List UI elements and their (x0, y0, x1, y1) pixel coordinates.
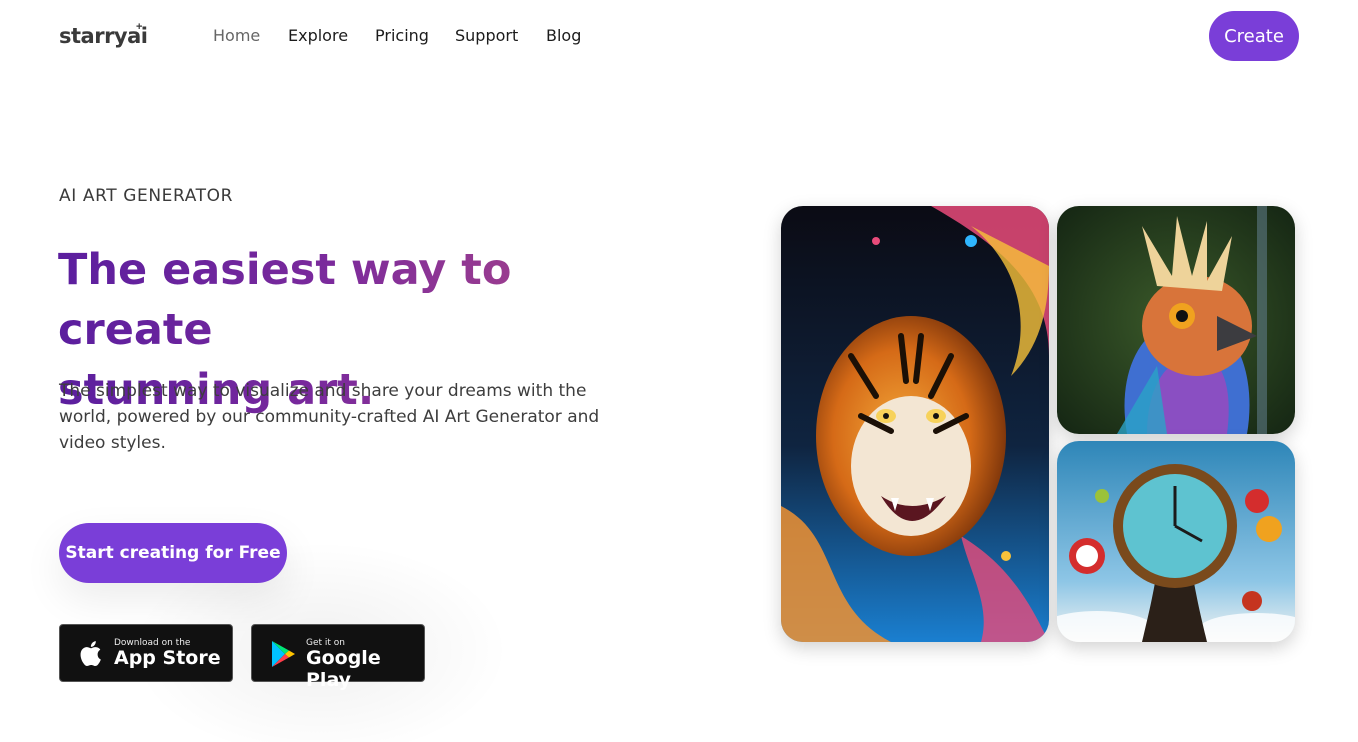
google-play-label: Google Play (306, 647, 381, 691)
clock-art-image (1057, 441, 1295, 642)
nav-explore[interactable]: Explore (288, 26, 348, 45)
google-play-button[interactable]: Get it on Google Play (251, 624, 425, 691)
logo-spark-icon: + (136, 21, 143, 33)
headline-line-1: The easiest way to create (58, 245, 512, 355)
nav-support[interactable]: Support (455, 26, 518, 45)
site-header: starryai + Home Explore Pricing Support … (0, 0, 1358, 72)
app-store-button[interactable]: Download on the App Store (59, 624, 233, 682)
starryai-logo[interactable]: starryai (59, 24, 148, 48)
apple-icon (80, 641, 101, 667)
tiger-art-image (781, 206, 1049, 642)
google-play-icon (272, 641, 295, 667)
start-creating-button[interactable]: Start creating for Free (59, 523, 287, 583)
hero-eyebrow: AI ART GENERATOR (59, 186, 234, 206)
hero-subtext: The simplest way to visualize and share … (59, 381, 600, 453)
app-store-label: App Store (114, 647, 221, 669)
create-button[interactable]: Create (1209, 11, 1299, 61)
nav-blog[interactable]: Blog (546, 26, 581, 45)
bird-art-image (1057, 206, 1295, 434)
nav-pricing[interactable]: Pricing (375, 26, 429, 45)
nav-home[interactable]: Home (213, 26, 260, 45)
